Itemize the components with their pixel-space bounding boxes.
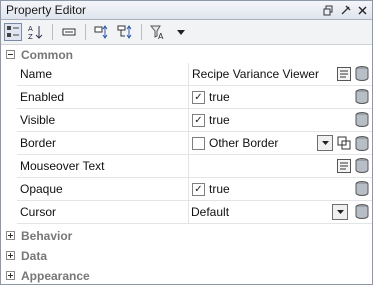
category-label: Data xyxy=(21,248,48,263)
categorized-icon[interactable] xyxy=(4,23,22,41)
opaque-checkbox[interactable]: ✓ xyxy=(192,182,205,196)
property-value-enabled[interactable]: ✓ true xyxy=(189,86,372,108)
svg-text:Z: Z xyxy=(28,33,33,40)
enabled-checkbox[interactable]: ✓ xyxy=(192,90,205,104)
title-bar: Property Editor xyxy=(1,1,372,20)
category-label: Appearance xyxy=(21,268,90,283)
binding-icon[interactable] xyxy=(355,89,369,104)
property-value-border[interactable]: Other Border xyxy=(189,132,372,154)
property-row-visible[interactable]: Visible ✓ true xyxy=(17,109,372,132)
tree-icon[interactable] xyxy=(116,23,134,41)
property-name: Cursor xyxy=(17,201,189,223)
property-row-name[interactable]: Name Recipe Variance Viewer xyxy=(17,63,372,86)
visible-checkbox[interactable]: ✓ xyxy=(192,113,205,127)
toolbar-divider xyxy=(52,24,53,40)
cursor-value: Default xyxy=(191,204,230,219)
name-value[interactable]: Recipe Variance Viewer xyxy=(192,67,319,81)
binding-icon[interactable] xyxy=(355,66,369,81)
enabled-value: true xyxy=(209,90,230,104)
category-common[interactable]: Common xyxy=(1,46,372,63)
property-name: Border xyxy=(17,132,189,154)
svg-text:A: A xyxy=(28,25,33,33)
property-name: Name xyxy=(17,63,189,85)
binding-icon[interactable] xyxy=(355,112,369,127)
property-row-cursor[interactable]: Cursor Default xyxy=(17,201,372,224)
property-editor-panel: Property Editor AZ A Common Name Recipe … xyxy=(0,0,373,285)
svg-text:A: A xyxy=(158,32,164,40)
property-value-name[interactable]: Recipe Variance Viewer xyxy=(189,63,372,85)
category-behavior[interactable]: Behavior xyxy=(1,227,372,244)
restore-icon[interactable] xyxy=(321,3,336,18)
property-name: Opaque xyxy=(17,178,189,200)
filter-icon[interactable]: A xyxy=(149,23,167,41)
property-row-enabled[interactable]: Enabled ✓ true xyxy=(17,86,372,109)
toolbar: AZ A xyxy=(1,20,372,45)
border-dropdown-button[interactable] xyxy=(317,135,333,151)
binding-icon[interactable] xyxy=(355,204,369,219)
property-value-cursor[interactable]: Default xyxy=(189,201,372,223)
toolbar-divider xyxy=(85,24,86,40)
toolbar-divider xyxy=(141,24,142,40)
expand-icon[interactable] xyxy=(6,271,15,280)
binding-icon[interactable] xyxy=(355,135,369,151)
property-value-opaque[interactable]: ✓ true xyxy=(189,178,372,200)
category-label: Common xyxy=(21,47,73,62)
border-checkbox[interactable] xyxy=(192,136,205,150)
filter-dropdown-icon[interactable] xyxy=(172,23,190,41)
pin-icon[interactable] xyxy=(338,3,353,18)
property-name: Enabled xyxy=(17,86,189,108)
alphabetical-icon[interactable]: AZ xyxy=(27,23,45,41)
expand-icon[interactable] xyxy=(6,231,15,240)
opaque-value: true xyxy=(209,182,230,196)
property-name: Visible xyxy=(17,109,189,131)
binding-icon[interactable] xyxy=(355,158,369,173)
property-value-mouseover-text[interactable] xyxy=(189,155,372,177)
visible-value: true xyxy=(209,113,230,127)
category-appearance[interactable]: Appearance xyxy=(1,267,372,284)
property-value-visible[interactable]: ✓ true xyxy=(189,109,372,131)
add-dynamic-icon[interactable] xyxy=(93,23,111,41)
close-icon[interactable] xyxy=(355,3,370,18)
chevron-down-icon xyxy=(321,141,329,145)
border-value: Other Border xyxy=(209,136,279,150)
property-row-mouseover-text[interactable]: Mouseover Text xyxy=(17,155,372,178)
property-row-opaque[interactable]: Opaque ✓ true xyxy=(17,178,372,201)
expand-icon[interactable] xyxy=(6,251,15,260)
property-icon[interactable] xyxy=(60,23,78,41)
binding-icon[interactable] xyxy=(355,181,369,196)
window-title: Property Editor xyxy=(6,3,87,17)
edit-text-icon[interactable] xyxy=(337,66,351,81)
cursor-select[interactable]: Default xyxy=(191,203,348,220)
property-grid: Common Name Recipe Variance Viewer Enabl… xyxy=(1,46,372,284)
edit-text-icon[interactable] xyxy=(337,158,351,173)
cursor-dropdown-button[interactable] xyxy=(332,203,348,220)
property-name: Mouseover Text xyxy=(17,155,189,177)
chevron-down-icon xyxy=(336,209,344,214)
border-editor-icon[interactable] xyxy=(337,136,351,150)
collapse-icon[interactable] xyxy=(6,50,15,59)
category-label: Behavior xyxy=(21,228,73,243)
property-row-border[interactable]: Border Other Border xyxy=(17,132,372,155)
category-data[interactable]: Data xyxy=(1,247,372,264)
